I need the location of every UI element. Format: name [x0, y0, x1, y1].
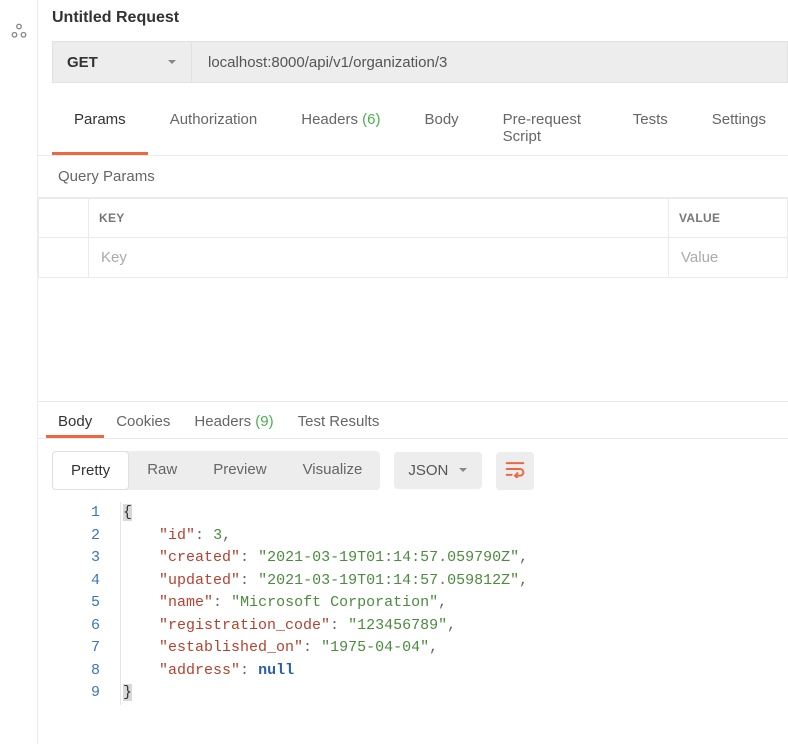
resp-tab-headers-label: Headers	[194, 413, 251, 430]
tab-headers-count: (6)	[362, 111, 380, 128]
params-key-input[interactable]	[99, 248, 658, 267]
chevron-down-icon	[167, 54, 177, 71]
http-method-select[interactable]: GET	[52, 41, 192, 83]
resp-tab-body[interactable]: Body	[46, 402, 104, 438]
view-visualize-button[interactable]: Visualize	[285, 451, 381, 490]
response-body-viewer[interactable]: 1 2 3 4 5 6 7 8 9 { "id": 3, "created": …	[38, 502, 788, 705]
tab-prerequest[interactable]: Pre-request Script	[481, 101, 611, 155]
resp-tab-headers[interactable]: Headers (9)	[182, 402, 285, 438]
query-params-heading: Query Params	[38, 156, 788, 198]
resp-tab-headers-count: (9)	[255, 413, 273, 430]
tab-headers-label: Headers	[301, 111, 358, 128]
params-key-header: KEY	[89, 199, 669, 238]
params-value-input[interactable]	[679, 248, 777, 267]
line-number-gutter: 1 2 3 4 5 6 7 8 9	[52, 502, 120, 705]
resp-tab-cookies[interactable]: Cookies	[104, 402, 182, 438]
request-title: Untitled Request	[52, 9, 774, 27]
wrap-lines-button[interactable]	[496, 452, 534, 490]
view-preview-button[interactable]: Preview	[195, 451, 284, 490]
tab-authorization[interactable]: Authorization	[148, 101, 280, 155]
tab-tests[interactable]: Tests	[611, 101, 690, 155]
params-value-header: VALUE	[669, 199, 788, 238]
tab-headers[interactable]: Headers (6)	[279, 101, 402, 155]
format-select[interactable]: JSON	[394, 452, 482, 489]
view-pretty-button[interactable]: Pretty	[52, 451, 129, 490]
tab-params[interactable]: Params	[52, 101, 148, 155]
params-row-handle[interactable]	[39, 238, 89, 278]
view-raw-button[interactable]: Raw	[129, 451, 195, 490]
wrap-icon	[505, 460, 525, 481]
resp-tab-test-results[interactable]: Test Results	[286, 402, 392, 438]
url-input[interactable]: localhost:8000/api/v1/organization/3	[192, 41, 788, 83]
url-value: localhost:8000/api/v1/organization/3	[208, 54, 447, 71]
group-icon	[10, 22, 28, 744]
tab-body[interactable]: Body	[402, 101, 480, 155]
format-select-value: JSON	[408, 462, 448, 479]
chevron-down-icon	[458, 462, 468, 479]
tab-settings[interactable]: Settings	[690, 101, 788, 155]
http-method-value: GET	[67, 54, 98, 71]
params-row	[39, 238, 788, 278]
code-content: { "id": 3, "created": "2021-03-19T01:14:…	[120, 502, 788, 705]
params-handle-header	[39, 199, 89, 238]
